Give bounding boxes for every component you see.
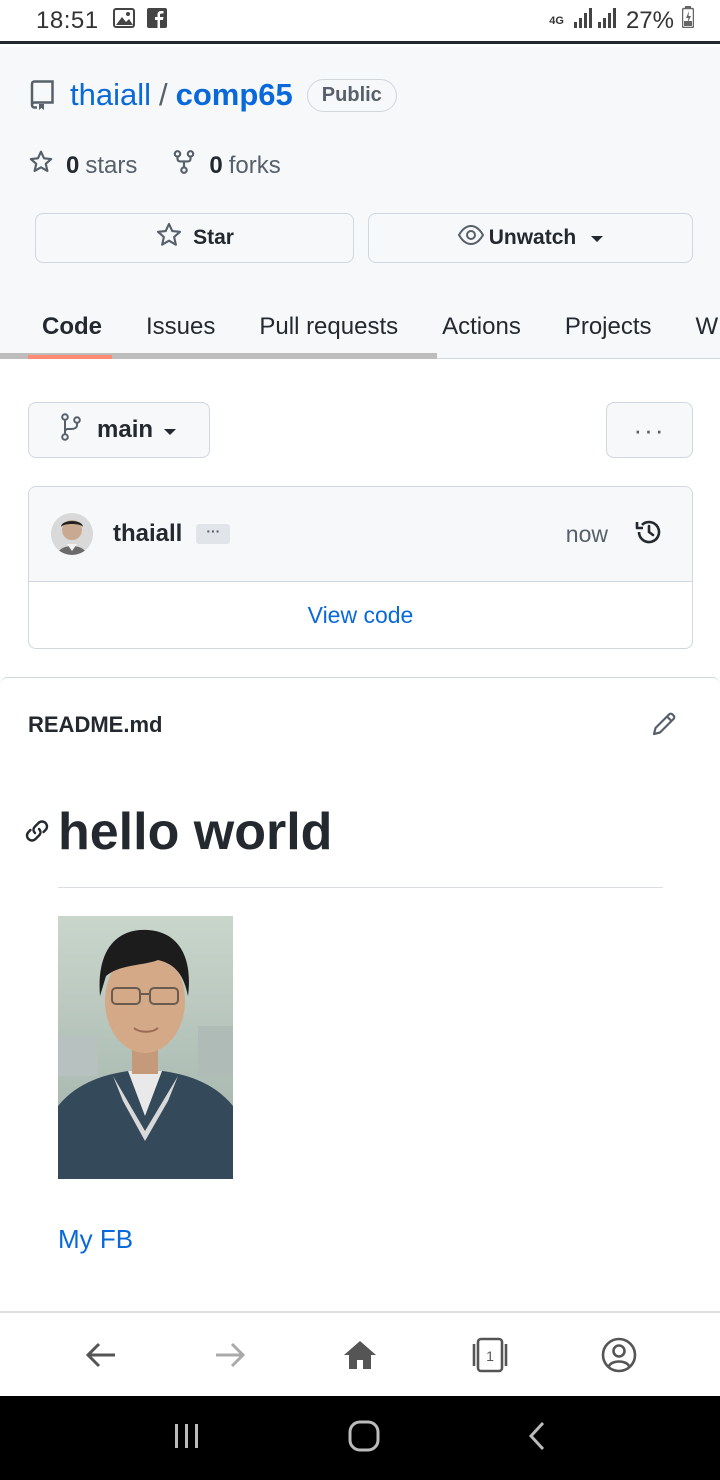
active-tab-indicator xyxy=(28,355,112,359)
recents-icon[interactable] xyxy=(172,1421,202,1456)
back-icon[interactable] xyxy=(71,1325,131,1385)
branch-name: main xyxy=(97,416,154,443)
tabs-icon[interactable]: 1 xyxy=(460,1325,520,1385)
stars-label: stars xyxy=(85,151,138,179)
readme-filename: README.md xyxy=(28,712,163,737)
stars-link[interactable]: 0 stars xyxy=(28,149,137,182)
stars-count: 0 xyxy=(66,151,80,179)
network-type: 4G xyxy=(549,14,564,27)
picture-icon xyxy=(112,8,135,33)
latest-commit-box: thaiall ··· now View code xyxy=(28,486,693,649)
star-icon xyxy=(155,221,193,255)
commit-time: now xyxy=(565,520,608,547)
tab-pull-requests[interactable]: Pull requests xyxy=(259,313,398,341)
repo-separator: / xyxy=(159,77,168,112)
repo-owner-link[interactable]: thaiall xyxy=(70,77,151,113)
commit-author[interactable]: thaiall xyxy=(113,520,182,548)
fb-link[interactable]: My FB xyxy=(58,1224,133,1255)
repo-tabs: Code Issues Pull requests Actions Projec… xyxy=(0,295,720,359)
readme-heading: hello world xyxy=(58,803,333,861)
browser-toolbar: 1 xyxy=(0,1311,720,1396)
forks-label: forks xyxy=(228,151,281,179)
star-button[interactable]: Star xyxy=(35,213,354,263)
repo-stats: 0 stars 0 forks xyxy=(28,149,315,182)
caret-down-icon xyxy=(590,226,604,250)
watch-button[interactable]: Unwatch xyxy=(368,213,693,263)
nav-back-icon[interactable] xyxy=(526,1420,548,1457)
history-icon[interactable] xyxy=(634,517,664,552)
link-icon[interactable] xyxy=(24,818,50,849)
forks-count: 0 xyxy=(209,151,223,179)
tab-projects[interactable]: Projects xyxy=(565,313,652,341)
star-icon xyxy=(28,149,54,182)
tab-code[interactable]: Code xyxy=(42,313,102,341)
fork-icon xyxy=(171,149,197,182)
visibility-badge: Public xyxy=(306,78,397,112)
repo-name-link[interactable]: comp65 xyxy=(176,77,293,113)
eye-icon xyxy=(457,223,485,253)
readme-panel: README.md hello world My FB xyxy=(0,677,720,1311)
branch-icon xyxy=(59,412,83,448)
account-icon[interactable] xyxy=(589,1325,649,1385)
facebook-icon xyxy=(146,8,167,33)
signal-icon xyxy=(572,7,618,35)
star-button-label: Star xyxy=(193,226,234,249)
avatar[interactable] xyxy=(51,513,93,555)
profile-photo[interactable] xyxy=(58,916,233,1179)
more-options-button[interactable]: ··· xyxy=(606,402,693,458)
tab-wiki[interactable]: W xyxy=(696,313,719,341)
home-icon[interactable] xyxy=(330,1325,390,1385)
branch-selector[interactable]: main xyxy=(28,402,210,458)
commit-header: thaiall ··· now xyxy=(29,487,692,582)
repo-header: thaiall / comp65 Public 0 stars 0 forks … xyxy=(0,47,720,359)
tab-actions[interactable]: Actions xyxy=(442,313,521,341)
watch-button-label: Unwatch xyxy=(488,226,577,249)
home-circle-icon[interactable] xyxy=(347,1419,381,1458)
svg-text:1: 1 xyxy=(486,1348,494,1364)
status-bar: 18:51 4G 27% xyxy=(0,0,720,44)
battery-percent: 27% xyxy=(625,6,674,34)
forward-icon[interactable] xyxy=(200,1325,260,1385)
repo-icon xyxy=(28,80,56,110)
caret-down-icon xyxy=(163,416,177,444)
repo-title: thaiall / comp65 Public xyxy=(28,77,397,113)
tab-issues[interactable]: Issues xyxy=(146,313,215,341)
commit-message-toggle[interactable]: ··· xyxy=(196,524,231,544)
view-code-link[interactable]: View code xyxy=(29,582,692,648)
battery-icon xyxy=(681,6,695,35)
pencil-icon[interactable] xyxy=(650,710,678,743)
forks-link[interactable]: 0 forks xyxy=(171,149,281,182)
status-time: 18:51 xyxy=(36,6,99,34)
heading-divider xyxy=(58,887,663,888)
system-nav-bar xyxy=(0,1396,720,1480)
